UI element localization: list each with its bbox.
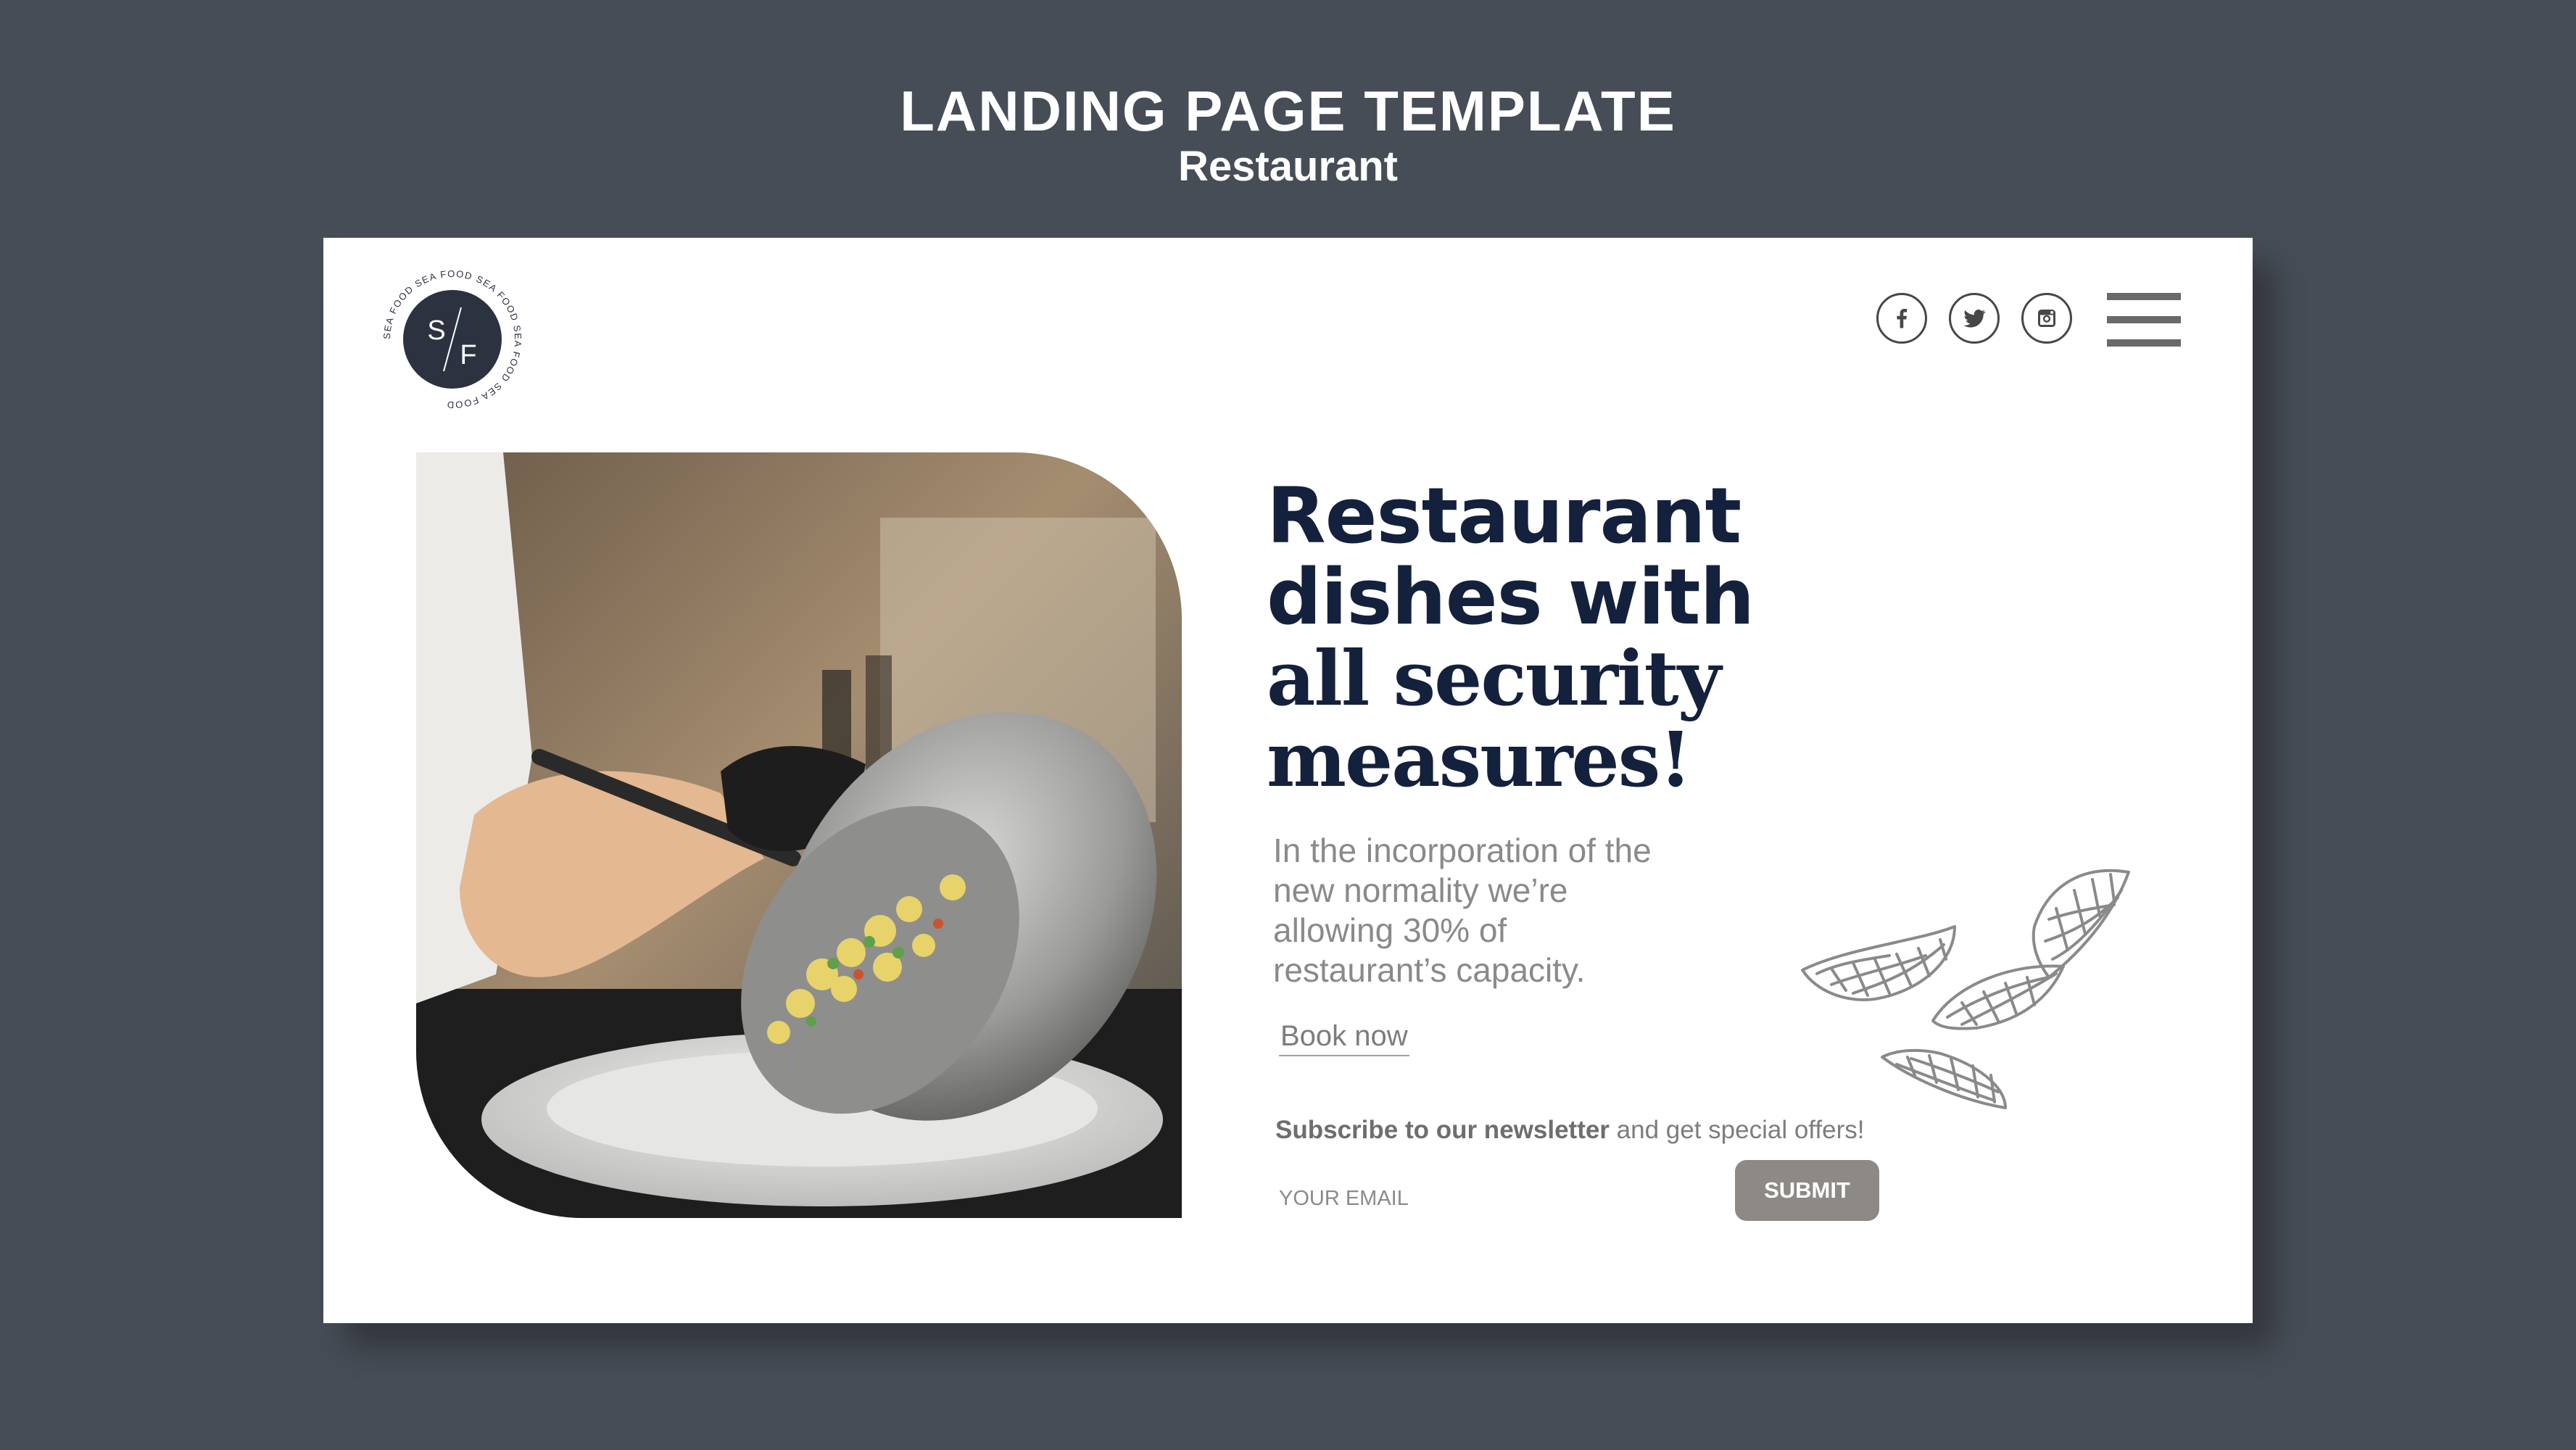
page-header: LANDING PAGE TEMPLATE Restaurant xyxy=(0,78,2576,190)
newsletter-text: Subscribe to our newsletter and get spec… xyxy=(1275,1115,1864,1146)
landing-card: SEA FOOD SEA FOOD SEA FOOD SEA FOOD SEA … xyxy=(323,238,2253,1323)
page-subtitle: Restaurant xyxy=(1178,143,1398,190)
twitter-icon xyxy=(1963,310,1986,328)
social-links xyxy=(1876,293,2072,344)
hamburger-menu-icon[interactable] xyxy=(2107,293,2181,347)
headline-line-3: all security xyxy=(1267,634,1721,723)
submit-button[interactable]: SUBMIT xyxy=(1735,1160,1879,1221)
twitter-button[interactable] xyxy=(1949,293,2000,344)
newsletter-bold-text: Subscribe to our newsletter xyxy=(1275,1116,1610,1144)
email-input[interactable] xyxy=(1279,1177,1714,1220)
facebook-button[interactable] xyxy=(1876,293,1927,344)
facebook-icon xyxy=(1897,308,1908,328)
instagram-icon xyxy=(2038,310,2055,327)
headline-line-2: dishes with xyxy=(1267,552,1755,642)
logo-initial-f: F xyxy=(460,340,476,370)
logo-initial-s: S xyxy=(427,315,445,346)
headline-line-4: measures! xyxy=(1267,715,1692,804)
hero-photo xyxy=(416,452,1182,1218)
logo-badge-icon: SEA FOOD SEA FOOD SEA FOOD SEA FOOD SEA … xyxy=(381,268,523,410)
hero-description: In the incorporation of the new normalit… xyxy=(1273,832,1652,989)
chef-plating-food-image xyxy=(416,452,1182,1218)
headline-line-1: Restaurant xyxy=(1267,471,1742,560)
hero-headline: Restaurant dishes with all security meas… xyxy=(1267,471,1755,804)
sea-food-logo[interactable]: SEA FOOD SEA FOOD SEA FOOD SEA FOOD SEA … xyxy=(380,267,525,412)
instagram-button[interactable] xyxy=(2021,293,2072,344)
page-title: LANDING PAGE TEMPLATE xyxy=(900,79,1676,143)
book-now-link[interactable]: Book now xyxy=(1279,1019,1409,1056)
shell-sketch-icon xyxy=(1801,869,2130,1109)
seafood-shells-illustration xyxy=(1788,840,2158,1130)
